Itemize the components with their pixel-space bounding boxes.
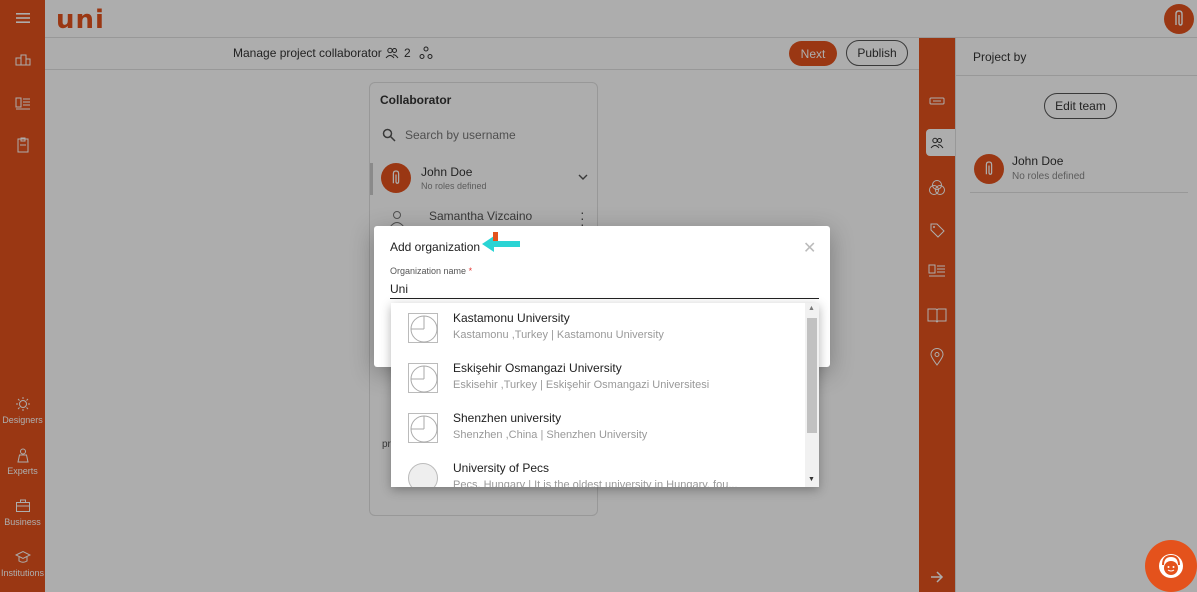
organization-name: Eskişehir Osmangazi University (453, 361, 622, 375)
dropdown-scrollbar[interactable]: ▲ ▼ (805, 303, 819, 487)
organization-name-label: Organization name * (390, 266, 472, 276)
close-icon[interactable]: ✕ (803, 238, 816, 258)
required-mark: * (468, 266, 473, 276)
organization-thumbnail-icon (408, 363, 438, 393)
label-text: Organization name (390, 266, 467, 276)
organization-detail: Pecs, Hungary | It is the oldest univers… (453, 479, 738, 487)
support-agent-icon (1159, 554, 1183, 578)
scrollbar-thumb[interactable] (807, 318, 817, 433)
organization-detail: Eskisehir ,Turkey | Eskişehir Osmangazi … (453, 379, 710, 391)
organization-name: Kastamonu University (453, 311, 570, 325)
list-item[interactable]: University of Pecs Pecs, Hungary | It is… (391, 453, 806, 487)
annotation-arrow-icon (482, 232, 520, 252)
organization-logo-icon (408, 463, 438, 487)
organization-suggestions: Kastamonu University Kastamonu ,Turkey |… (391, 303, 819, 487)
list-item[interactable]: Eskişehir Osmangazi University Eskisehir… (391, 353, 806, 403)
organization-name-input[interactable] (390, 280, 819, 299)
organization-detail: Kastamonu ,Turkey | Kastamonu University (453, 329, 664, 341)
scroll-down-icon[interactable]: ▼ (808, 476, 815, 483)
organization-name: University of Pecs (453, 461, 550, 475)
list-item[interactable]: Kastamonu University Kastamonu ,Turkey |… (391, 303, 806, 353)
organization-name: Shenzhen university (453, 411, 562, 425)
organization-detail: Shenzhen ,China | Shenzhen University (453, 429, 648, 441)
organization-thumbnail-icon (408, 413, 438, 443)
support-chat-button[interactable] (1145, 540, 1197, 592)
dialog-title: Add organization (390, 240, 481, 254)
scroll-up-icon[interactable]: ▲ (808, 305, 815, 312)
list-item[interactable]: Shenzhen university Shenzhen ,China | Sh… (391, 403, 806, 453)
organization-thumbnail-icon (408, 313, 438, 343)
